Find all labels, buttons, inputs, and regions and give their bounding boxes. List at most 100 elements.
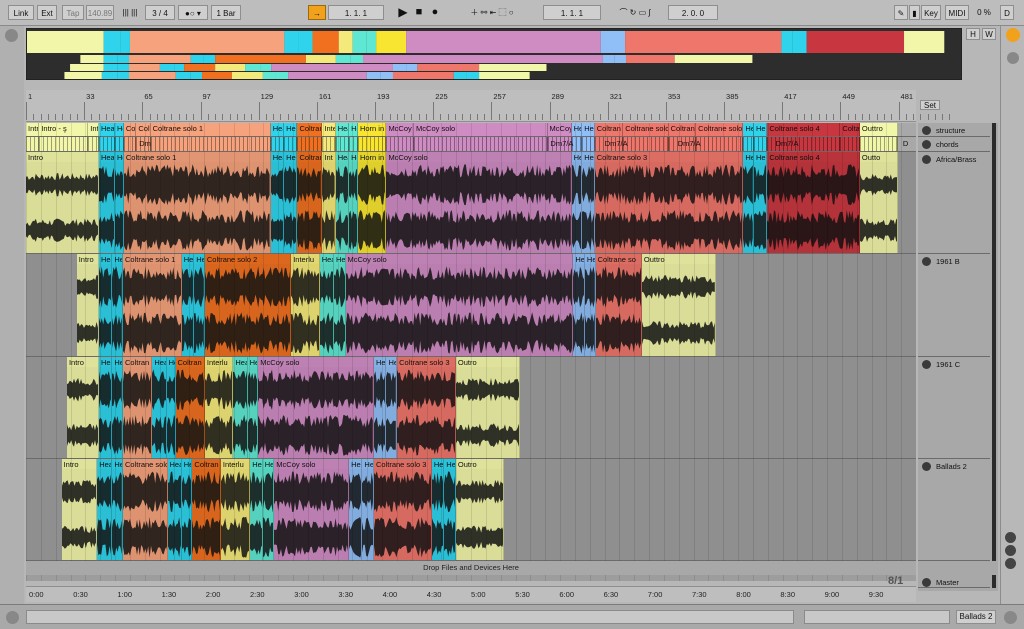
- clip[interactable]: Intro: [26, 152, 99, 253]
- chord-clip[interactable]: [582, 137, 595, 151]
- clip[interactable]: Hea: [571, 152, 583, 253]
- arrangement-overview[interactable]: [26, 28, 962, 80]
- clip[interactable]: Hea: [373, 357, 387, 458]
- chord-clip[interactable]: [284, 137, 298, 151]
- clip[interactable]: Coltrane solo 1: [150, 123, 271, 136]
- clip[interactable]: Coltran: [297, 152, 323, 253]
- loop-length-field[interactable]: 2. 0. 0: [668, 5, 718, 20]
- clip[interactable]: Hea: [181, 254, 195, 356]
- arrangement-view[interactable]: IntroIntro - şIntro - tHeaHeColColColtra…: [26, 123, 916, 581]
- clip[interactable]: Coltran: [297, 123, 323, 136]
- link-button[interactable]: Link: [8, 5, 34, 20]
- menu-icon[interactable]: [1006, 28, 1020, 42]
- beat-time-ruler[interactable]: 1 33 65 97 129 161 193 225 257 289 321 353 385 417 449…: [26, 90, 951, 122]
- chord-clip[interactable]: [696, 137, 744, 151]
- clip[interactable]: Coltrane solo: [696, 123, 744, 136]
- track-header-africa-brass[interactable]: Africa/Brass: [918, 152, 990, 254]
- info-icon[interactable]: [6, 611, 19, 624]
- edit-tools[interactable]: ＋ ⚯ ⇤ ⬚ ○: [456, 5, 528, 20]
- device-view-icon[interactable]: [1004, 611, 1017, 624]
- clip[interactable]: Interlu: [291, 254, 320, 356]
- height-toggle[interactable]: H: [966, 28, 980, 40]
- track-header-ballads-2[interactable]: Ballads 2: [918, 459, 990, 561]
- track-header-structure[interactable]: structure: [918, 123, 990, 137]
- chevron-icon[interactable]: [1007, 52, 1019, 64]
- clip[interactable]: He: [284, 152, 298, 253]
- clip[interactable]: Hea: [98, 152, 115, 253]
- clip[interactable]: Coltran: [192, 459, 221, 560]
- clip[interactable]: Intro - t: [88, 123, 99, 136]
- selected-track-label[interactable]: Ballads 2: [956, 610, 996, 624]
- tempo-field[interactable]: 140.89: [86, 5, 114, 20]
- clip[interactable]: Coltran: [175, 357, 205, 458]
- arrangement-position-field[interactable]: 1. 1. 1: [328, 5, 384, 20]
- clip[interactable]: Coltrane solo: [623, 123, 669, 136]
- record-icon[interactable]: ●: [429, 5, 441, 20]
- collapse-icon[interactable]: [5, 29, 18, 42]
- clip[interactable]: Coltrane: [668, 123, 697, 136]
- fold-icon[interactable]: [922, 155, 931, 164]
- clip[interactable]: Outro: [455, 459, 504, 560]
- fold-icon[interactable]: [922, 360, 931, 369]
- chord-clip[interactable]: [322, 137, 336, 151]
- clip[interactable]: McCoy solo: [258, 357, 374, 458]
- clip[interactable]: He: [444, 459, 456, 560]
- track-header-1961-c[interactable]: 1961 C: [918, 357, 990, 459]
- clip[interactable]: He: [181, 459, 193, 560]
- clip[interactable]: Intro: [61, 459, 98, 560]
- clip[interactable]: He: [284, 123, 298, 136]
- clip[interactable]: Hea: [349, 459, 363, 560]
- clip[interactable]: He: [349, 152, 358, 253]
- clip[interactable]: He: [112, 459, 123, 560]
- midi-map-button[interactable]: MIDI: [945, 5, 969, 20]
- io-section-toggles[interactable]: [1005, 532, 1019, 572]
- chord-clip[interactable]: [26, 137, 40, 151]
- clip[interactable]: He: [362, 459, 374, 560]
- clip[interactable]: He: [582, 123, 595, 136]
- clip[interactable]: Inte: [322, 123, 336, 136]
- clip[interactable]: He: [115, 123, 124, 136]
- chord-clip[interactable]: [297, 137, 323, 151]
- clip[interactable]: Intro - ş: [39, 123, 89, 136]
- clip[interactable]: Hea: [98, 123, 115, 136]
- fold-icon[interactable]: [922, 462, 931, 471]
- loop-controls[interactable]: ⌒ ↻ ▭ ∫: [604, 5, 666, 20]
- clip[interactable]: He: [112, 357, 123, 458]
- chord-clip[interactable]: [623, 137, 669, 151]
- clip[interactable]: Interlu: [220, 459, 251, 560]
- clip[interactable]: He: [754, 123, 768, 136]
- clip[interactable]: Outto: [859, 152, 899, 253]
- fold-icon[interactable]: [922, 257, 931, 266]
- clip[interactable]: Intro: [26, 123, 40, 136]
- chord-clip[interactable]: [754, 137, 768, 151]
- width-toggle[interactable]: W: [982, 28, 996, 40]
- chord-clip[interactable]: [859, 137, 899, 151]
- chord-clip[interactable]: [39, 137, 89, 151]
- ext-sync-button[interactable]: Ext: [37, 5, 57, 20]
- clip[interactable]: Hea: [233, 357, 248, 458]
- clip[interactable]: Hea: [250, 459, 263, 560]
- nudge-icons[interactable]: ||| |||: [118, 5, 142, 20]
- clip[interactable]: He: [349, 123, 358, 136]
- chord-clip[interactable]: [88, 137, 99, 151]
- clip[interactable]: Coltrane solo 3: [594, 152, 744, 253]
- chord-clip[interactable]: [115, 137, 124, 151]
- mixer-icon[interactable]: [1005, 558, 1016, 569]
- chord-clip[interactable]: [349, 137, 358, 151]
- clip[interactable]: Hea: [571, 123, 583, 136]
- tap-tempo-button[interactable]: Tap: [62, 5, 84, 20]
- clip[interactable]: McCoy: [386, 123, 415, 136]
- time-signature-field[interactable]: 3 / 4: [145, 5, 175, 20]
- track-header-master[interactable]: Master: [918, 575, 990, 588]
- clip[interactable]: Col: [136, 123, 151, 136]
- track-header-chords[interactable]: chords: [918, 137, 990, 152]
- chord-clip[interactable]: [98, 137, 115, 151]
- track-play-icon[interactable]: [922, 578, 931, 587]
- clip[interactable]: Coltrane solo 4: [767, 152, 860, 253]
- clip[interactable]: He: [112, 254, 123, 356]
- computer-keyboard-icon[interactable]: ▮: [909, 5, 920, 20]
- clip[interactable]: He: [333, 254, 346, 356]
- clip[interactable]: He: [754, 152, 768, 253]
- chord-clip[interactable]: [150, 137, 271, 151]
- track-play-icon[interactable]: [922, 126, 931, 135]
